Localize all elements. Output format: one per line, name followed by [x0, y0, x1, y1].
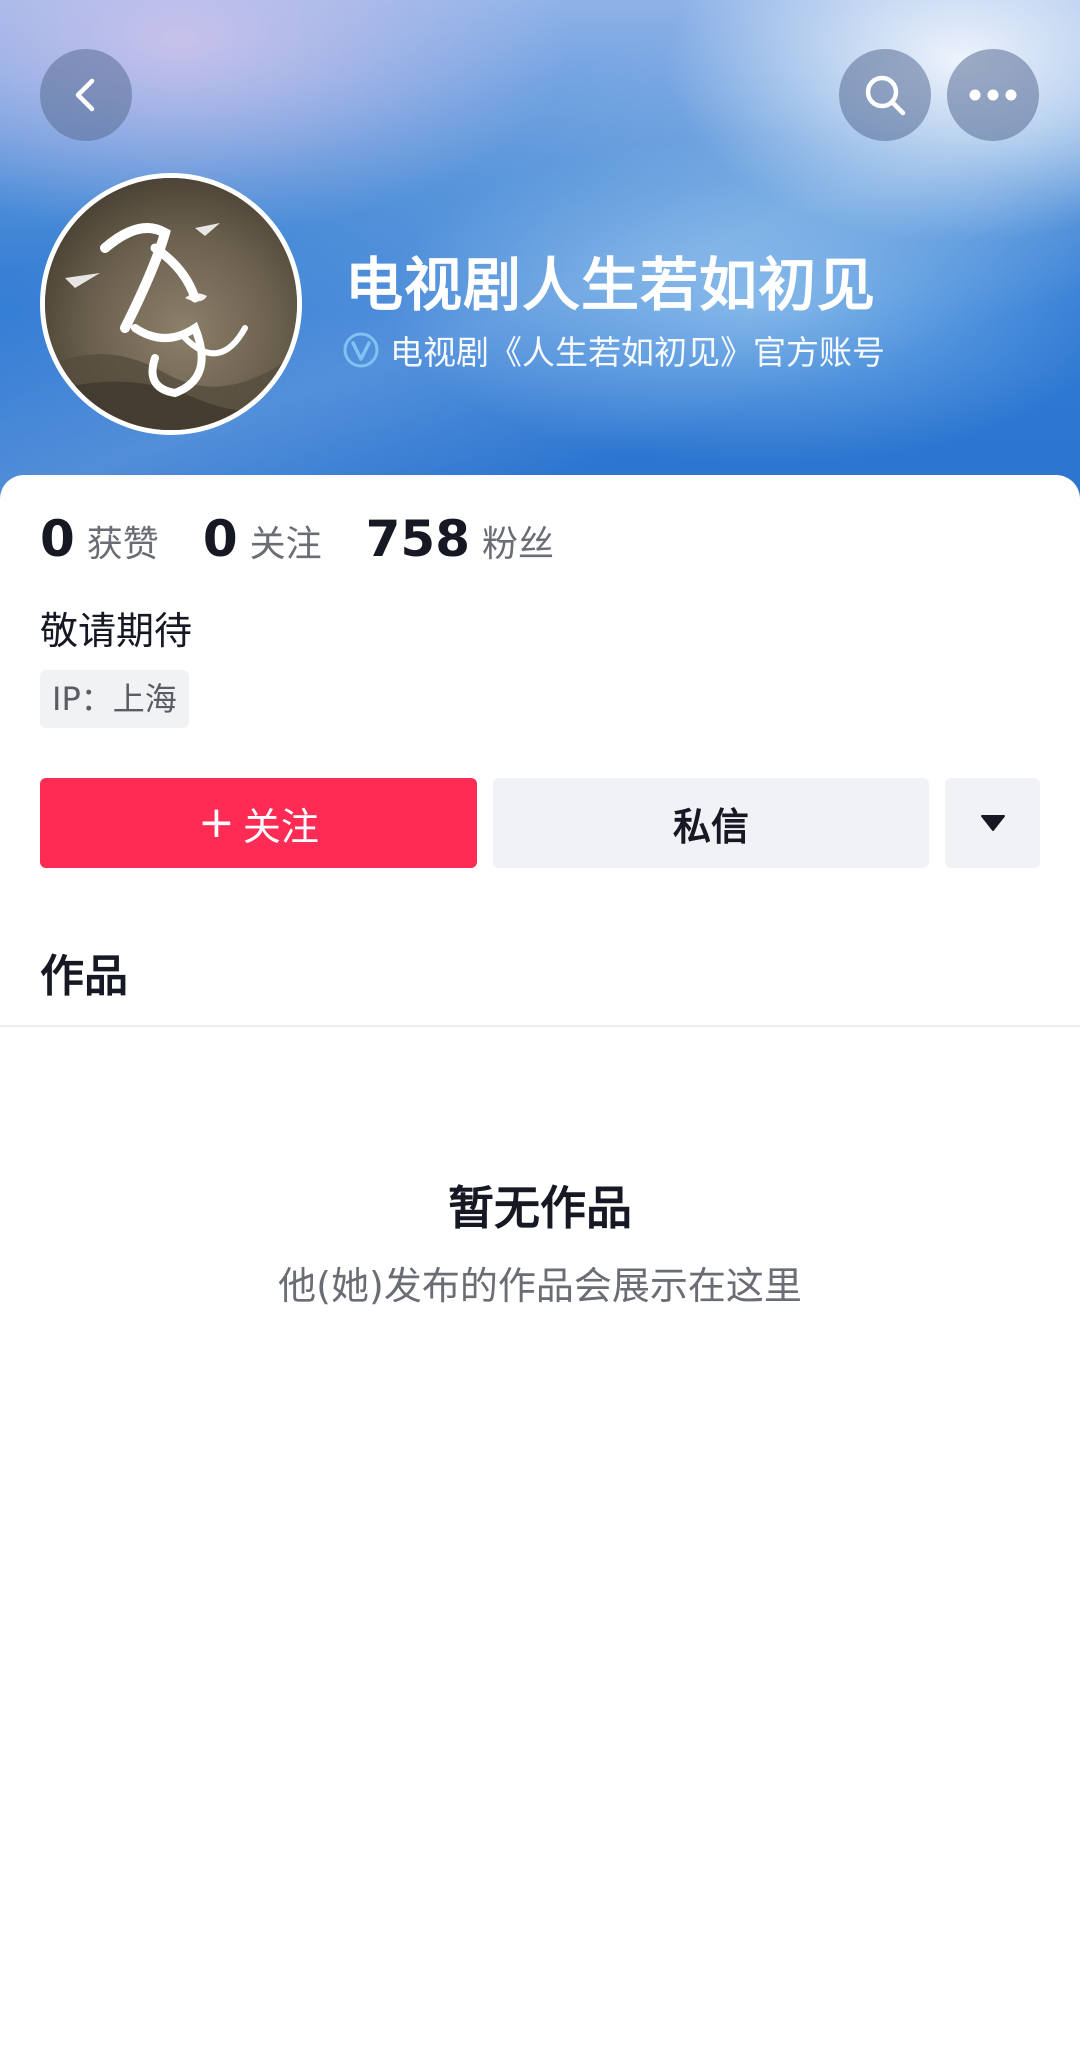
follow-button[interactable]: + 关注 [40, 778, 477, 868]
stat-value: 758 [365, 510, 470, 568]
avatar[interactable] [40, 173, 302, 435]
stat-value: 0 [40, 510, 75, 568]
empty-state-subtitle: 他(她)发布的作品会展示在这里 [278, 1264, 802, 1308]
message-button[interactable]: 私信 [493, 778, 929, 868]
stats-row: 0 获赞 0 关注 758 粉丝 [40, 510, 598, 580]
chevron-left-icon [75, 78, 95, 112]
stat-followers[interactable]: 758 粉丝 [366, 510, 554, 568]
empty-state-title: 暂无作品 [448, 1181, 632, 1235]
stat-label: 获赞 [86, 524, 159, 565]
stat-label: 关注 [249, 524, 322, 565]
tab-divider [0, 1025, 1080, 1027]
ip-location-tag: IP：上海 [40, 670, 189, 728]
search-button[interactable] [839, 49, 931, 141]
profile-bio: 敬请期待 [40, 609, 193, 653]
back-button[interactable] [40, 49, 132, 141]
stat-value: 0 [202, 510, 238, 568]
more-button[interactable] [947, 49, 1039, 141]
tab-works[interactable]: 作品 [40, 940, 128, 1004]
follow-button-label: 关注 [242, 804, 319, 849]
plus-icon: + [198, 797, 235, 848]
more-actions-dropdown-button[interactable] [945, 778, 1040, 868]
search-icon [865, 75, 906, 116]
stat-following[interactable]: 0 关注 [203, 510, 322, 568]
verification-text: 电视剧《人生若如初见》官方账号 [390, 333, 885, 372]
message-button-label: 私信 [672, 804, 749, 849]
more-horizontal-icon [969, 89, 1017, 101]
triangle-down-icon [980, 815, 1005, 831]
avatar-artwork [45, 178, 297, 430]
stat-likes[interactable]: 0 获赞 [40, 510, 159, 568]
stat-label: 粉丝 [482, 524, 555, 565]
verification-row: 电视剧《人生若如初见》官方账号 [342, 326, 885, 374]
verified-v-icon [343, 332, 379, 368]
profile-name: 电视剧人生若如初见 [345, 251, 877, 319]
